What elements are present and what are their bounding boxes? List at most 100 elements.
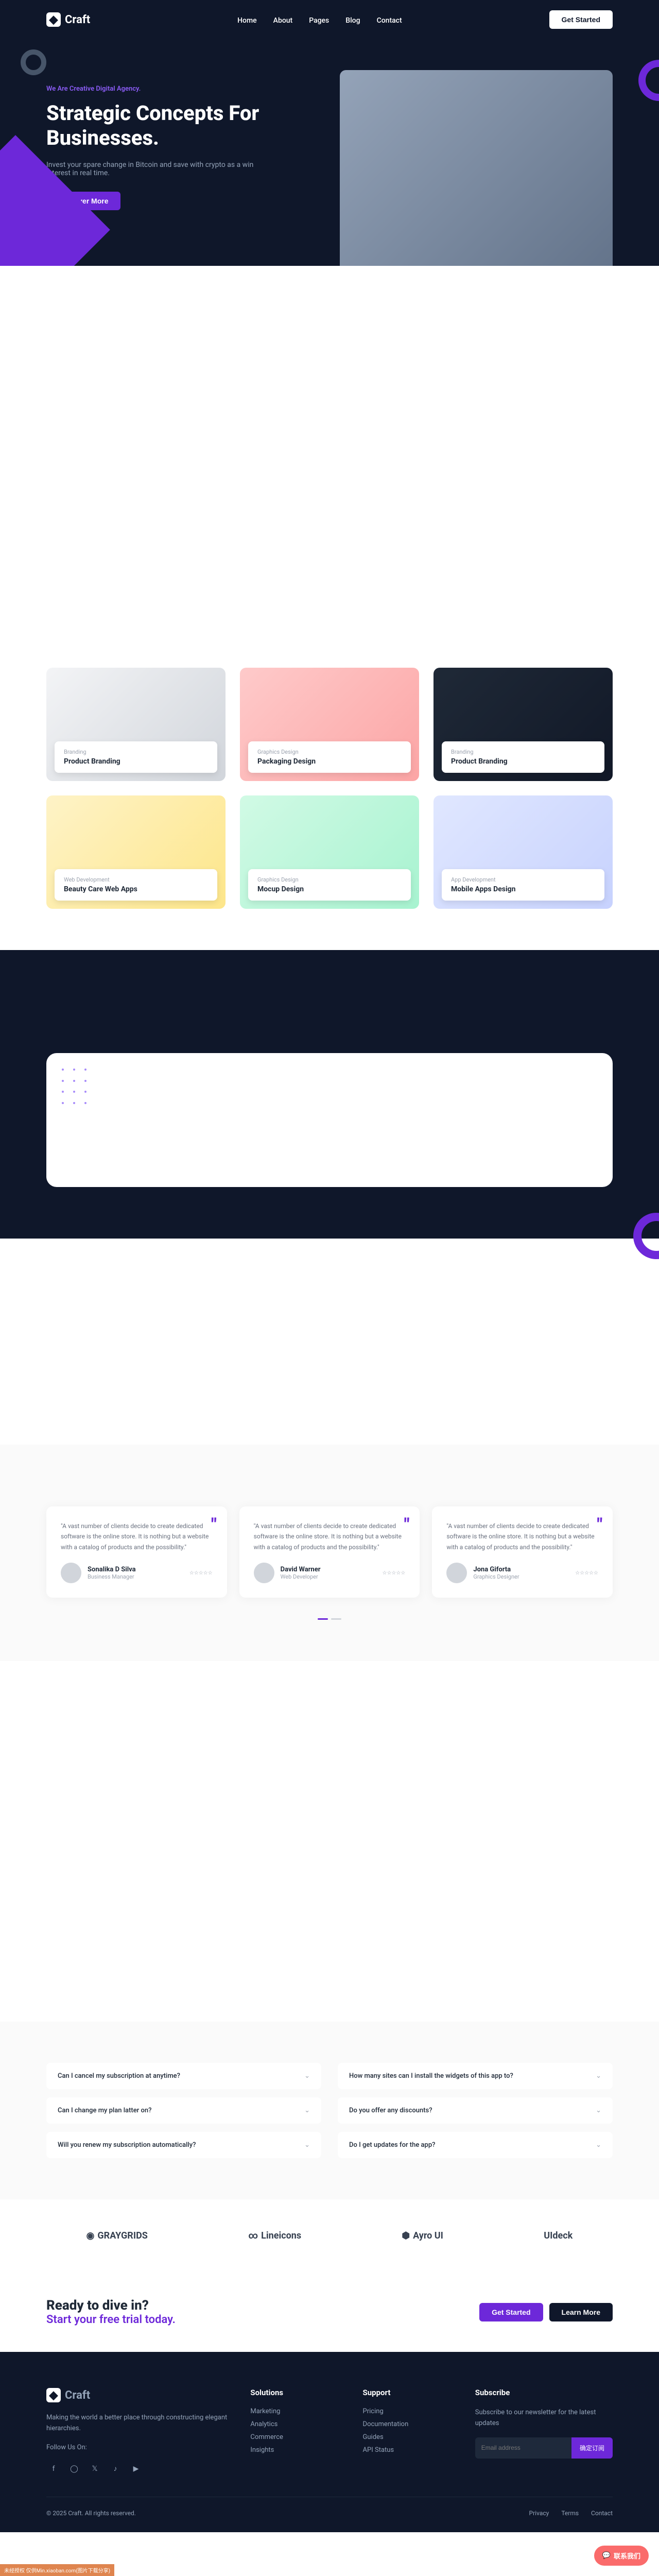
get-started-button[interactable]: Get Started [549,10,613,29]
portfolio-card[interactable]: App Development Mobile Apps Design [433,795,613,909]
testimonial-card: " "A vast number of clients decide to cr… [46,1506,227,1598]
avatar [446,1563,467,1583]
nav-links: Home About Pages Blog Contact [237,15,402,25]
footer-link[interactable]: Pricing [363,2408,384,2415]
logo[interactable]: ◆ Craft [46,12,90,27]
nav-about[interactable]: About [273,16,293,25]
portfolio-category: Graphics Design [257,749,402,755]
portfolio-title: Mobile Apps Design [451,885,595,893]
spacer-section-2 [0,1239,659,1445]
nav-home[interactable]: Home [237,16,257,25]
youtube-icon[interactable]: ▶ [129,2462,143,2476]
brand-uideck[interactable]: UIdeck [544,2230,573,2241]
portfolio-category: Web Development [64,876,208,883]
footer-link[interactable]: Insights [250,2446,274,2454]
cta-banner-title: Ready to dive in? [46,2298,176,2313]
testimonial-text: "A vast number of clients decide to crea… [61,1521,213,1552]
faq-item[interactable]: Can I change my plan latter on? ⌄ [46,2097,321,2124]
author-name: David Warner [281,1566,321,1573]
nav-contact[interactable]: Contact [377,16,402,25]
portfolio-title: Product Branding [64,757,208,766]
footer-link[interactable]: API Status [363,2446,394,2454]
portfolio-card[interactable]: Branding Product Branding [46,668,226,781]
footer-contact[interactable]: Contact [591,2510,613,2517]
footer-privacy[interactable]: Privacy [529,2510,549,2517]
cta-banner-subtitle: Start your free trial today. [46,2313,176,2326]
subscribe-title: Subscribe [475,2388,613,2397]
subscribe-input[interactable] [475,2437,571,2459]
portfolio-title: Packaging Design [257,757,402,766]
star-rating: ☆☆☆☆☆ [575,1570,598,1576]
quote-icon: " [597,1515,602,1534]
faq-item[interactable]: Can I cancel my subscription at anytime?… [46,2063,321,2089]
header: ◆ Craft Home About Pages Blog Contact Ge… [0,0,659,39]
twitter-icon[interactable]: 𝕏 [88,2462,102,2476]
brand-graygrids[interactable]: ◉ GRAYGRIDS [86,2230,148,2241]
footer-link[interactable]: Commerce [250,2433,283,2441]
footer-logo[interactable]: ◆ Craft [46,2388,230,2402]
facebook-icon[interactable]: f [46,2462,61,2476]
faq-item[interactable]: Will you renew my subscription automatic… [46,2132,321,2158]
subscribe-button[interactable]: 确定订阅 [571,2437,613,2459]
chevron-down-icon: ⌄ [304,2107,310,2114]
footer-logo-icon: ◆ [46,2388,61,2402]
brand-lineicons[interactable]: ∞ Lineicons [248,2230,301,2241]
hero-title: Strategic Concepts For Businesses. [46,101,319,150]
portfolio-card[interactable]: Web Development Beauty Care Web Apps [46,795,226,909]
dots-decoration-icon [62,1069,93,1110]
footer: ◆ Craft Making the world a better place … [0,2352,659,2532]
avatar [254,1563,274,1583]
footer-terms[interactable]: Terms [561,2510,579,2517]
chevron-down-icon: ⌄ [596,2141,601,2149]
hero-small-ring-icon [21,49,46,75]
portfolio-title: Product Branding [451,757,595,766]
logo-icon: ◆ [46,12,61,27]
tiktok-icon[interactable]: ♪ [108,2462,123,2476]
portfolio-title: Mocup Design [257,885,402,893]
portfolio-category: App Development [451,876,595,883]
testimonial-text: "A vast number of clients decide to crea… [446,1521,598,1552]
chat-icon: 💬 [602,2552,611,2560]
portfolio-title: Beauty Care Web Apps [64,885,208,893]
star-rating: ☆☆☆☆☆ [189,1570,213,1576]
portfolio-category: Graphics Design [257,876,402,883]
chevron-down-icon: ⌄ [304,2141,310,2149]
chevron-down-icon: ⌄ [596,2107,601,2114]
chevron-down-icon: ⌄ [596,2072,601,2080]
portfolio-card[interactable]: Graphics Design Mocup Design [240,795,419,909]
faq-question: Can I change my plan latter on? [58,2107,151,2114]
hero-image [340,70,613,266]
footer-link[interactable]: Analytics [250,2420,278,2428]
copyright: © 2025 Craft. All rights reserved. [46,2510,136,2517]
cta-section [0,950,659,1239]
watermark: 未经授权 仅供Min.xiaoban.com(图片下载分享) [0,2564,114,2576]
testimonial-text: "A vast number of clients decide to crea… [254,1521,406,1552]
testimonials-section: " "A vast number of clients decide to cr… [0,1445,659,1661]
footer-link[interactable]: Documentation [363,2420,409,2428]
portfolio-card[interactable]: Branding Product Branding [433,668,613,781]
faq-item[interactable]: Do I get updates for the app? ⌄ [338,2132,613,2158]
faq-item[interactable]: Do you offer any discounts? ⌄ [338,2097,613,2124]
cta-learn-more-button[interactable]: Learn More [549,2303,613,2321]
hero-tag: We Are Creative Digital Agency. [46,85,319,93]
brand-ayroui[interactable]: ⬢ Ayro UI [402,2230,443,2241]
author-role: Business Manager [88,1573,136,1580]
hero-ring-icon [638,60,659,101]
quote-icon: " [212,1515,217,1534]
spacer-section-3 [0,1661,659,2022]
nav-blog[interactable]: Blog [345,16,360,25]
faq-item[interactable]: How many sites can I install the widgets… [338,2063,613,2089]
footer-link[interactable]: Guides [363,2433,384,2441]
portfolio-card[interactable]: Graphics Design Packaging Design [240,668,419,781]
nav-pages[interactable]: Pages [309,16,329,25]
portfolio-category: Branding [451,749,595,755]
carousel-dots[interactable] [46,1618,613,1620]
brands-section: ◉ GRAYGRIDS ∞ Lineicons ⬢ Ayro UI UIdeck [0,2199,659,2272]
chat-widget[interactable]: 💬 联系我们 [594,2546,649,2566]
footer-link[interactable]: Marketing [250,2408,280,2415]
instagram-icon[interactable]: ◯ [67,2462,81,2476]
social-links: f ◯ 𝕏 ♪ ▶ [46,2462,230,2476]
author-name: Jona Giforta [473,1566,519,1573]
cta-get-started-button[interactable]: Get Started [479,2303,543,2321]
logo-text: Craft [65,13,90,26]
